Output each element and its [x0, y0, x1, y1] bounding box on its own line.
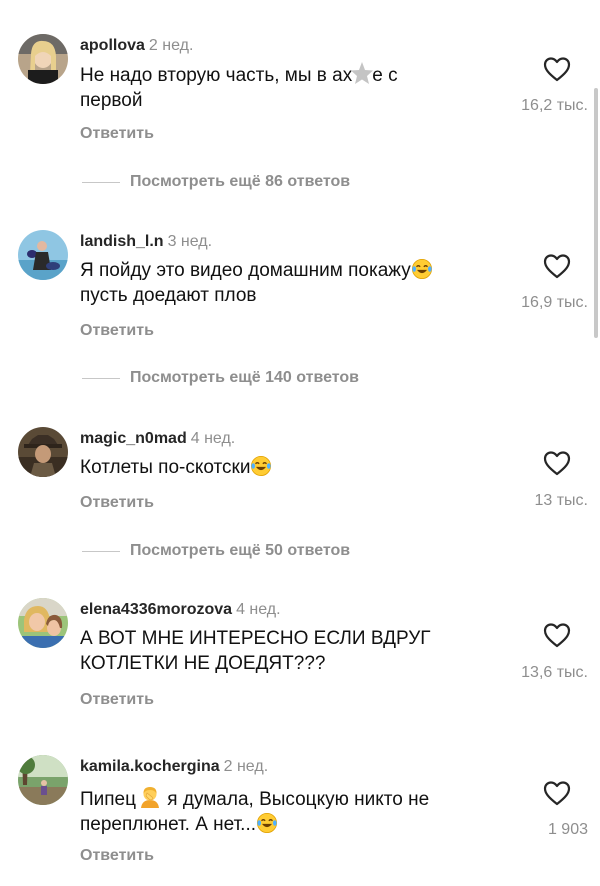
- comment-header: kamila.kochergina 2 нед.: [80, 757, 268, 777]
- face-with-tears-of-joy-emoji: [257, 813, 278, 833]
- comment-text: Пипец я думала, Высоцкую никто не перепл…: [80, 785, 510, 837]
- comment-time: 2 нед.: [223, 758, 269, 775]
- reply-button[interactable]: Ответить: [80, 846, 154, 866]
- comment-item: kamila.kochergina 2 нед. Пипец я думала, …: [0, 0, 600, 886]
- comment-text-line: я думала, Высоцкую никто не: [162, 789, 430, 810]
- comment-text-line: Пипец: [80, 789, 137, 810]
- avatar[interactable]: [18, 755, 68, 805]
- heart-outline-icon[interactable]: [543, 780, 571, 806]
- comments-list: apollova 2 нед. Не надо вторую часть, мы …: [0, 0, 600, 886]
- comment-text-line: переплюнет. А нет...: [80, 814, 257, 835]
- scrollbar[interactable]: [594, 88, 598, 338]
- username[interactable]: kamila.kochergina: [80, 758, 220, 775]
- facepalm-emoji: [141, 787, 160, 808]
- like-count: 1 903: [547, 821, 588, 838]
